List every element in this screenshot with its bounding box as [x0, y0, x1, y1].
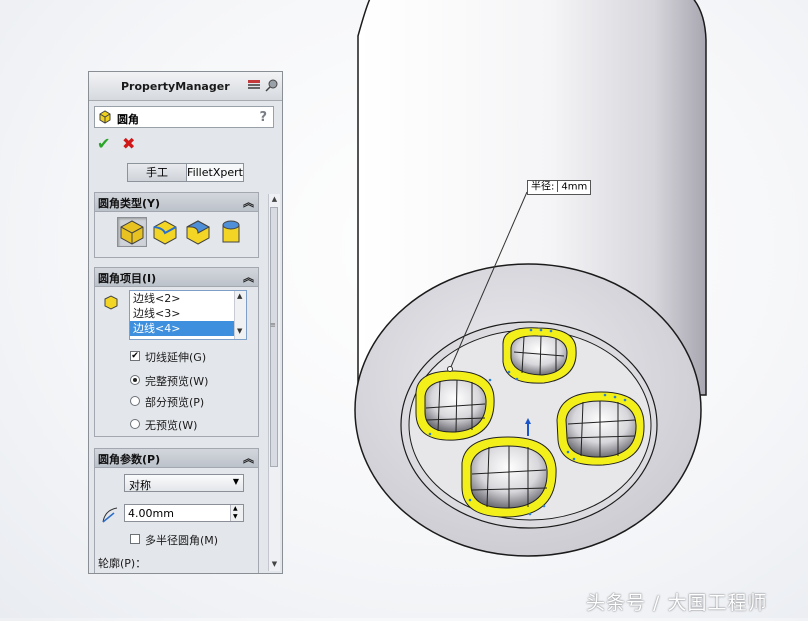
pm-pin-icon[interactable] — [265, 78, 279, 92]
profile-label: 轮廓(P)： — [98, 557, 147, 570]
tangent-propagation-label: 切线延伸(G) — [145, 351, 207, 364]
group-title: 圆角项目(I) — [98, 272, 157, 285]
cancel-x-button[interactable]: ✖ — [122, 134, 135, 153]
constant-radius-icon — [120, 220, 144, 245]
radius-icon — [102, 507, 118, 523]
grip-icon: ≡ — [270, 321, 276, 329]
hole-right — [556, 391, 645, 466]
face-fillet-button[interactable] — [183, 217, 213, 247]
scroll-thumb[interactable] — [270, 207, 278, 467]
edges-faces-icon — [104, 295, 118, 310]
tangent-propagation-checkbox[interactable]: ✔ — [130, 351, 140, 361]
face-fillet-icon — [186, 220, 211, 245]
pm-scroll-area: 圆角类型(Y) ︽ 圆角项目(I) ︽ 边线<2> 边线<3> 边线<4> ▲ … — [94, 192, 267, 573]
list-scrollbar[interactable]: ▲ ▼ — [234, 291, 246, 339]
feature-title-bar: 圆角 ? — [94, 106, 274, 128]
variable-radius-fillet-button[interactable] — [150, 217, 180, 247]
callout-label: 半径: — [531, 181, 555, 193]
group-header: 圆角类型(Y) ︽ — [95, 193, 258, 212]
no-preview-label: 无预览(W) — [145, 419, 198, 432]
fillet-items-group: 圆角项目(I) ︽ 边线<2> 边线<3> 边线<4> ▲ ▼ ✔ 切线延伸(G)… — [94, 267, 259, 437]
full-preview-radio[interactable] — [130, 375, 140, 385]
hole-left — [415, 370, 495, 441]
no-preview-radio[interactable] — [130, 419, 140, 429]
variable-radius-icon — [153, 220, 177, 245]
collapse-chevron-icon[interactable]: ︽ — [243, 194, 254, 210]
scroll-up-icon[interactable]: ▲ — [270, 195, 279, 205]
radius-input[interactable]: 4.00mm ▲ ▼ — [124, 504, 244, 522]
full-preview-label: 完整预览(W) — [145, 375, 209, 388]
pm-tree-icon[interactable] — [247, 78, 261, 92]
multi-radius-checkbox[interactable] — [130, 534, 140, 544]
feature-name: 圆角 — [117, 113, 139, 126]
group-header: 圆角参数(P) ︽ — [95, 449, 258, 468]
radius-spinner[interactable]: ▲ ▼ — [230, 505, 243, 521]
group-title: 圆角参数(P) — [98, 453, 161, 466]
constant-radius-fillet-button[interactable] — [117, 217, 147, 247]
edge-selection-list[interactable]: 边线<2> 边线<3> 边线<4> ▲ ▼ — [129, 290, 247, 340]
full-round-icon — [222, 220, 240, 243]
collapse-chevron-icon[interactable]: ︽ — [243, 269, 254, 285]
tab-filletxpert[interactable]: FilletXpert — [186, 163, 244, 182]
full-round-fillet-button[interactable] — [216, 217, 246, 247]
list-item[interactable]: 边线<3> — [130, 306, 246, 321]
fillet-type-group: 圆角类型(Y) ︽ — [94, 192, 259, 258]
list-item-selected[interactable]: 边线<4> — [130, 321, 246, 336]
hole-top — [502, 327, 577, 384]
hole-bottom — [461, 436, 557, 518]
list-item[interactable]: 边线<2> — [130, 291, 246, 306]
pm-scrollbar[interactable]: ▲ ≡ ▼ — [268, 194, 280, 571]
help-icon[interactable]: ? — [259, 110, 267, 125]
radius-value[interactable]: 4.00mm — [128, 507, 174, 520]
group-header: 圆角项目(I) ︽ — [95, 268, 258, 287]
property-manager-panel: PropertyManager 圆角 ? ✔ ✖ 手工 FilletXpert … — [88, 71, 283, 574]
symmetry-dropdown[interactable]: 对称 ▼ — [124, 474, 244, 492]
pm-header: PropertyManager — [89, 72, 282, 101]
pm-title: PropertyManager — [121, 80, 230, 93]
partial-preview-label: 部分预览(P) — [145, 396, 205, 409]
callout-value[interactable]: 4mm — [561, 182, 587, 193]
fillet-params-group: 圆角参数(P) ︽ 对称 ▼ 4.00mm ▲ ▼ 多半径圆角(M) 轮廓(P)： — [94, 448, 259, 573]
scroll-down-icon[interactable]: ▼ — [270, 560, 279, 570]
fillet-feature-icon — [99, 110, 111, 124]
watermark: 头条号 / 大国工程师 — [586, 592, 768, 614]
collapse-chevron-icon[interactable]: ︽ — [243, 450, 254, 466]
chevron-down-icon: ▼ — [232, 477, 239, 486]
ok-check-button[interactable]: ✔ — [97, 134, 110, 153]
radius-callout[interactable]: 半径: 4mm — [527, 180, 592, 195]
symmetry-value: 对称 — [129, 479, 151, 492]
tab-manual[interactable]: 手工 — [127, 163, 187, 182]
multi-radius-label: 多半径圆角(M) — [145, 534, 219, 547]
partial-preview-radio[interactable] — [130, 396, 140, 406]
group-title: 圆角类型(Y) — [98, 197, 161, 210]
